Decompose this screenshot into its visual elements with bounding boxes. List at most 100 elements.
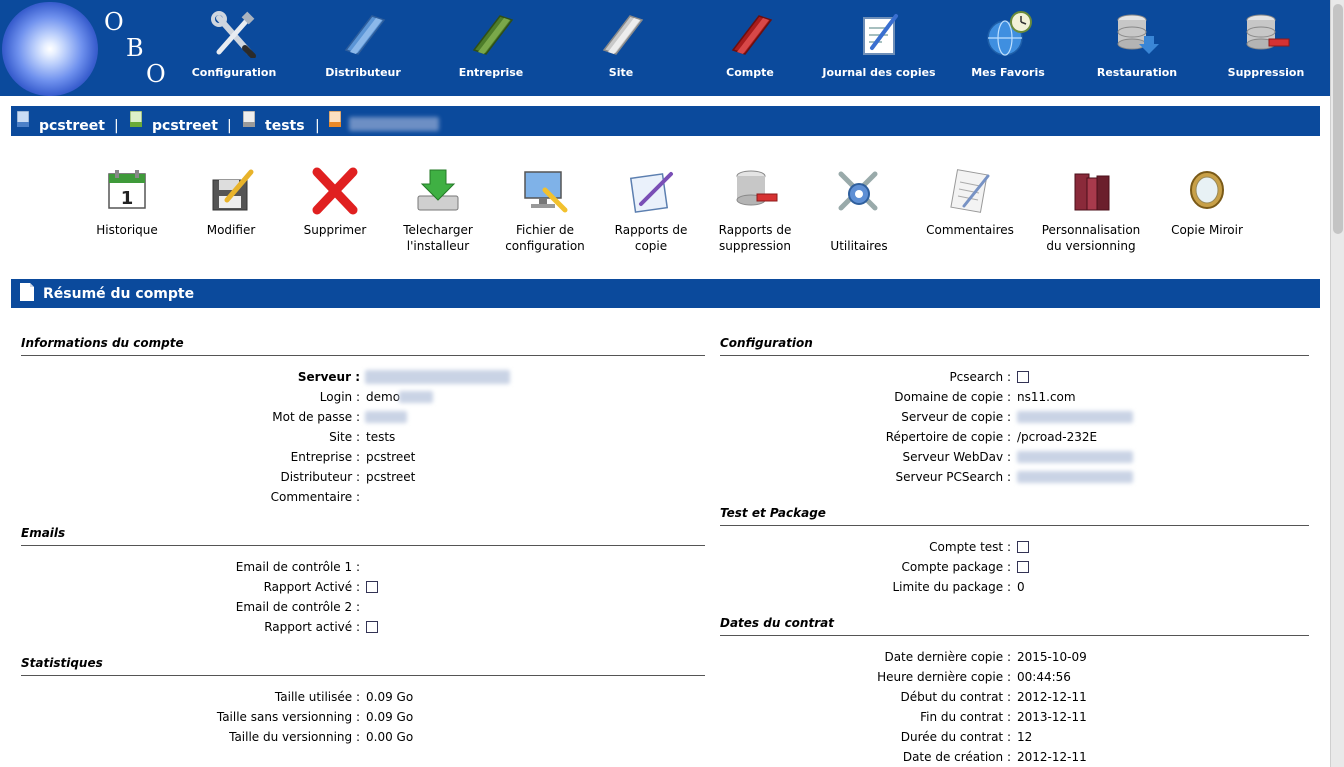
green-doc-icon — [130, 111, 142, 127]
label-domaine-copie: Domaine de copie : — [894, 390, 1011, 404]
nav-site[interactable]: Site — [561, 10, 681, 88]
nav-compte-label: Compte — [726, 66, 774, 79]
redacted-serveur-value — [365, 370, 510, 384]
label-debut-contrat: Début du contrat : — [900, 690, 1011, 704]
blue-folder-icon — [344, 15, 386, 55]
label-email-controle-2: Email de contrôle 2 : — [235, 600, 360, 614]
action-historique[interactable]: 1 Historique — [72, 166, 182, 238]
action-telecharger-label: Telecharger l'installeur — [403, 223, 473, 253]
row-mot-de-passe: Mot de passe : — [0, 409, 360, 425]
breadcrumb-site[interactable]: tests — [243, 111, 313, 134]
nav-journal-des-copies[interactable]: Journal des copies — [819, 10, 939, 88]
action-copie-miroir[interactable]: Copie Miroir — [1152, 166, 1262, 238]
breadcrumb-compte[interactable] — [329, 111, 441, 131]
value-taille-utilisee: 0.09 Go — [366, 690, 414, 704]
action-utilitaires[interactable]: Utilitaires — [804, 166, 914, 254]
red-x-icon — [312, 167, 358, 215]
label-fin-contrat: Fin du contrat : — [920, 710, 1011, 724]
breadcrumb-label: pcstreet — [39, 118, 105, 134]
redacted-account-name — [349, 117, 439, 131]
label-rapport-active-2: Rapport activé : — [264, 620, 360, 634]
value-entreprise: pcstreet — [366, 450, 416, 464]
journal-icon — [863, 14, 898, 55]
redacted-serveur-copie — [1017, 411, 1133, 423]
vertical-scrollbar[interactable] — [1330, 0, 1344, 767]
label-compte-package: Compte package : — [901, 560, 1011, 574]
row-fin-contrat: Fin du contrat : — [700, 709, 1011, 725]
row-pcsearch: Pcsearch : — [700, 369, 1011, 385]
value-taille-sans-versionning: 0.09 Go — [366, 710, 414, 724]
row-email-controle-2: Email de contrôle 2 : — [0, 599, 360, 615]
divider — [720, 635, 1309, 636]
nav-mes-favoris[interactable]: Mes Favoris — [948, 10, 1068, 88]
redacted-login-suffix — [399, 391, 433, 403]
label-date-derniere-copie: Date dernière copie : — [884, 650, 1011, 664]
label-login: Login : — [319, 390, 360, 404]
row-compte-test: Compte test : — [700, 539, 1011, 555]
label-taille-utilisee: Taille utilisée : — [274, 690, 360, 704]
obo-logo[interactable]: O B O — [0, 0, 185, 96]
tools-icon — [211, 11, 256, 58]
compte-test-checkbox[interactable] — [1017, 541, 1029, 553]
panel-title-statistiques: Statistiques — [21, 656, 103, 670]
panel-title-configuration: Configuration — [720, 336, 813, 350]
action-fichier-configuration[interactable]: Fichier de configuration — [490, 166, 600, 254]
action-rapports-copie[interactable]: Rapports de copie — [596, 166, 706, 254]
breadcrumb-distributeur[interactable]: pcstreet — [17, 111, 107, 134]
divider — [21, 675, 705, 676]
action-supprimer-label: Supprimer — [303, 223, 367, 237]
logo-letter-1: O — [104, 8, 124, 36]
action-personnalisation-versionning[interactable]: Personnalisation du versionning — [1036, 166, 1146, 254]
value-repertoire-copie: /pcroad-232E — [1017, 430, 1098, 444]
nav-distributeur[interactable]: Distributeur — [303, 10, 423, 88]
nav-restauration-label: Restauration — [1096, 66, 1178, 79]
action-supprimer[interactable]: Supprimer — [280, 166, 390, 238]
panel-title-test-package: Test et Package — [720, 506, 826, 520]
divider — [720, 355, 1309, 356]
action-rapports-suppression[interactable]: Rapports de suppression — [700, 166, 810, 254]
svg-text:1: 1 — [121, 188, 134, 209]
row-login: Login : — [0, 389, 360, 405]
row-serveur-pcsearch: Serveur PCSearch : — [700, 469, 1011, 485]
morning-glory-flower-icon — [2, 2, 98, 96]
label-taille-versionning: Taille du versionning : — [229, 730, 360, 744]
action-commentaires-label: Commentaires — [926, 223, 1014, 237]
action-telecharger-installeur[interactable]: Telecharger l'installeur — [383, 166, 493, 254]
nav-mes-favoris-label: Mes Favoris — [971, 66, 1045, 79]
label-pcsearch: Pcsearch : — [949, 370, 1011, 384]
action-modifier[interactable]: Modifier — [176, 166, 286, 238]
nav-compte[interactable]: Compte — [690, 10, 810, 88]
breadcrumb-separator: | — [227, 118, 232, 134]
action-commentaires[interactable]: Commentaires — [915, 166, 1025, 238]
divider — [21, 545, 705, 546]
nav-configuration[interactable]: Configuration — [174, 10, 294, 88]
breadcrumb-label: tests — [265, 118, 305, 134]
breadcrumb-entreprise[interactable]: pcstreet — [130, 111, 225, 134]
rapport-active-1-checkbox[interactable] — [366, 581, 378, 593]
row-email-controle-1: Email de contrôle 1 : — [0, 559, 360, 575]
label-duree-contrat: Durée du contrat : — [900, 730, 1011, 744]
notepad-icon — [950, 169, 990, 213]
action-rapports-suppression-label: Rapports de suppression — [718, 223, 792, 253]
row-compte-package: Compte package : — [700, 559, 1011, 575]
logo-letter-3: O — [146, 60, 166, 88]
row-debut-contrat: Début du contrat : — [700, 689, 1011, 705]
action-rapports-copie-label: Rapports de copie — [614, 223, 688, 253]
report-pen-icon — [629, 172, 673, 213]
nav-suppression-label: Suppression — [1227, 66, 1305, 79]
pcsearch-checkbox[interactable] — [1017, 371, 1029, 383]
scrollbar-thumb[interactable] — [1333, 4, 1343, 234]
label-site: Site : — [329, 430, 360, 444]
nav-entreprise[interactable]: Entreprise — [431, 10, 551, 88]
row-rapport-active-1: Rapport Activé : — [0, 579, 360, 595]
compte-package-checkbox[interactable] — [1017, 561, 1029, 573]
books-icon — [1074, 173, 1110, 211]
panel-title-dates-contrat: Dates du contrat — [720, 616, 834, 630]
nav-restauration[interactable]: Restauration — [1077, 10, 1197, 88]
red-folder-icon — [731, 15, 773, 55]
label-limite-package: Limite du package : — [892, 580, 1012, 594]
value-limite-package: 0 — [1017, 580, 1025, 594]
label-distributeur: Distributeur : — [280, 470, 360, 484]
nav-suppression[interactable]: Suppression — [1206, 10, 1326, 88]
rapport-active-2-checkbox[interactable] — [366, 621, 378, 633]
